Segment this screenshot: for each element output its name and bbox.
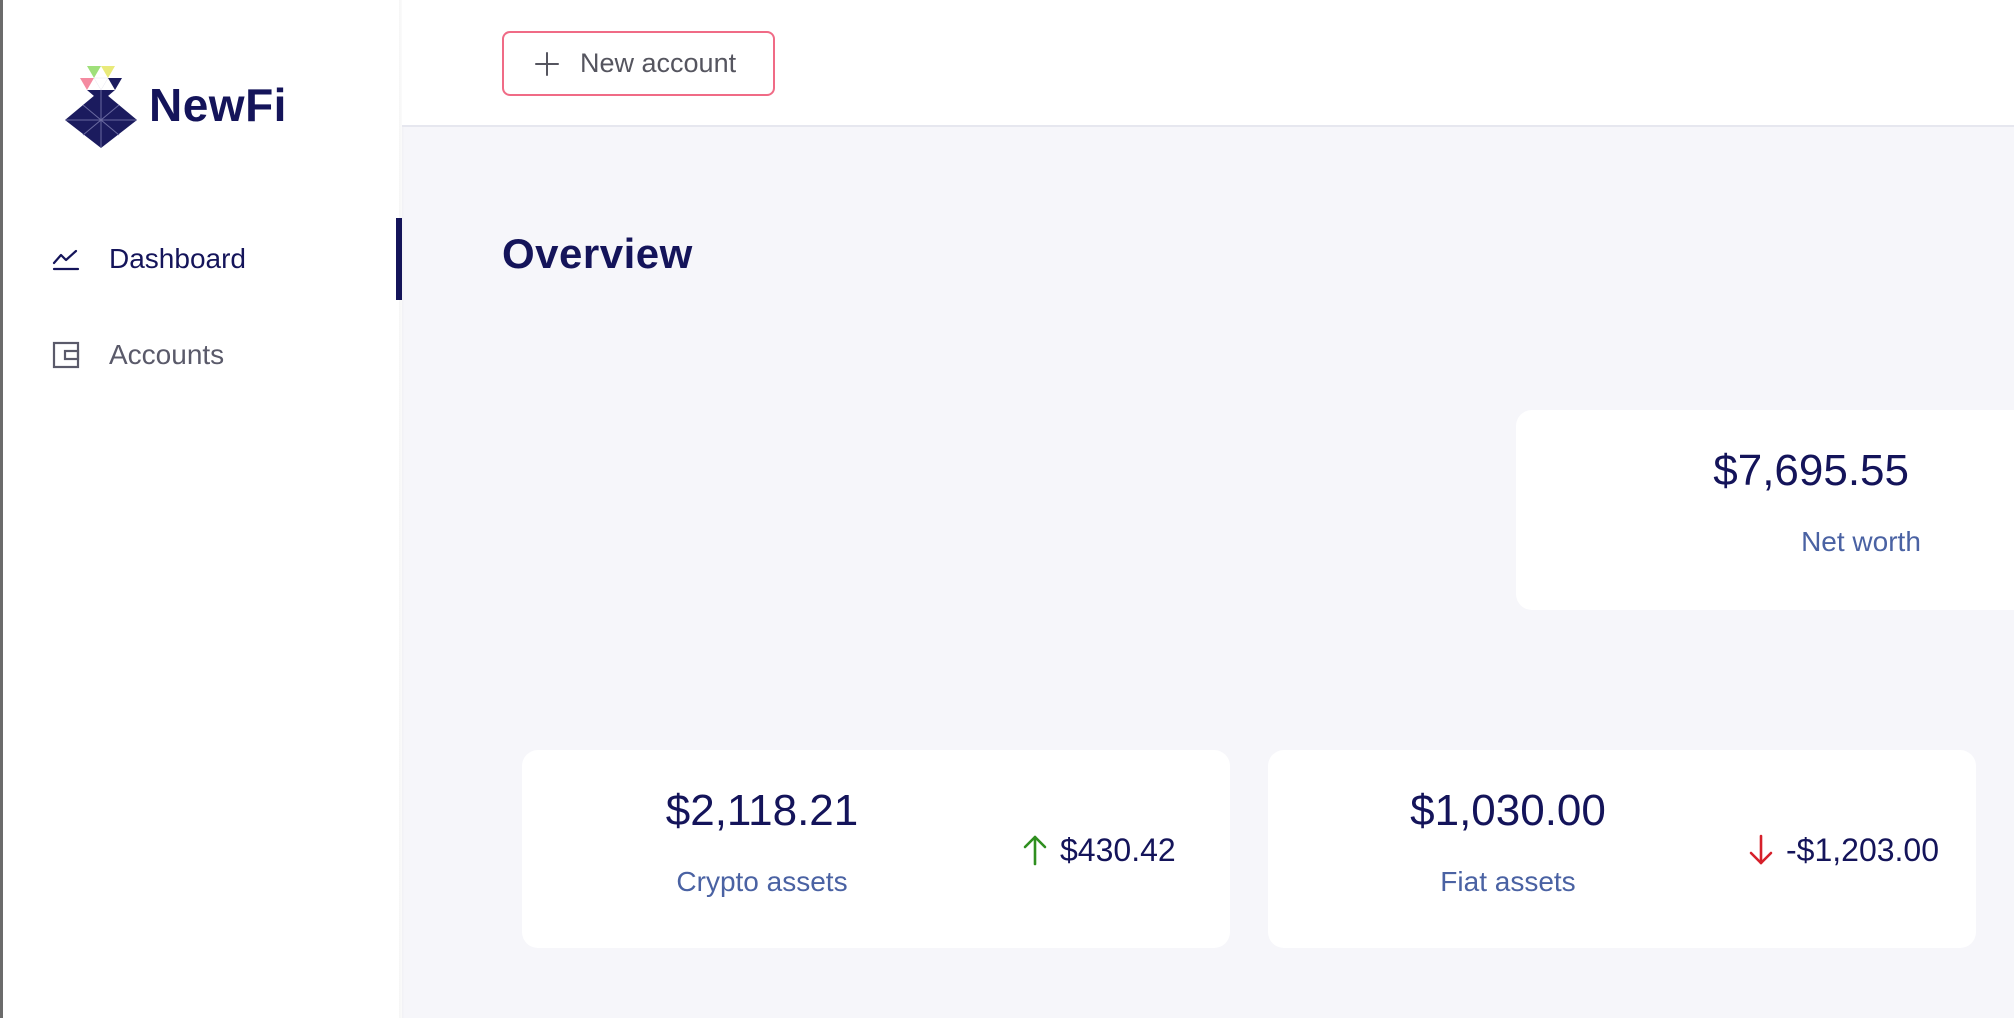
crypto-assets-label: Crypto assets: [676, 866, 848, 897]
plus-icon: [535, 51, 559, 76]
crypto-assets-card: $2,118.21 Crypto assets $430.42: [522, 750, 1230, 948]
sidebar-divider: [399, 0, 405, 1018]
arrow-down-icon: [1749, 834, 1773, 865]
brand-logo[interactable]: NewFi: [65, 62, 287, 148]
crypto-change-value: $430.42: [1060, 831, 1176, 868]
fiat-assets-label: Fiat assets: [1440, 866, 1576, 897]
arrow-up-icon: [1023, 835, 1047, 866]
sidebar-item-label: Dashboard: [109, 243, 246, 274]
net-worth-label: Net worth: [1801, 526, 1921, 557]
fiat-change: -$1,203.00: [1746, 830, 1939, 870]
sidebar-item-label: Accounts: [109, 339, 225, 370]
net-worth-value: $7,695.55: [1713, 446, 1909, 495]
newfi-logo-icon: [65, 66, 137, 148]
wallet-icon: [52, 341, 80, 369]
sidebar-nav: Dashboard Accounts: [3, 218, 402, 396]
sidebar-item-dashboard[interactable]: Dashboard: [3, 218, 402, 300]
new-account-button[interactable]: New account: [502, 31, 775, 96]
crypto-change: $430.42: [1020, 830, 1176, 870]
fiat-assets-card: $1,030.00 Fiat assets -$1,203.00: [1268, 750, 1976, 948]
top-bar: New account: [402, 0, 2014, 127]
crypto-assets-value: $2,118.21: [665, 786, 859, 835]
fiat-change-value: -$1,203.00: [1786, 831, 1940, 868]
fiat-assets-value: $1,030.00: [1410, 786, 1606, 835]
net-worth-card: $7,695.55 Net worth: [1516, 410, 2014, 610]
sidebar: NewFi Dashboard Accounts: [3, 0, 402, 1018]
page-title: Overview: [502, 230, 693, 277]
brand-name: NewFi: [149, 79, 287, 131]
new-account-label: New account: [580, 48, 737, 78]
sidebar-item-accounts[interactable]: Accounts: [3, 314, 402, 396]
chart-line-icon: [52, 249, 80, 271]
